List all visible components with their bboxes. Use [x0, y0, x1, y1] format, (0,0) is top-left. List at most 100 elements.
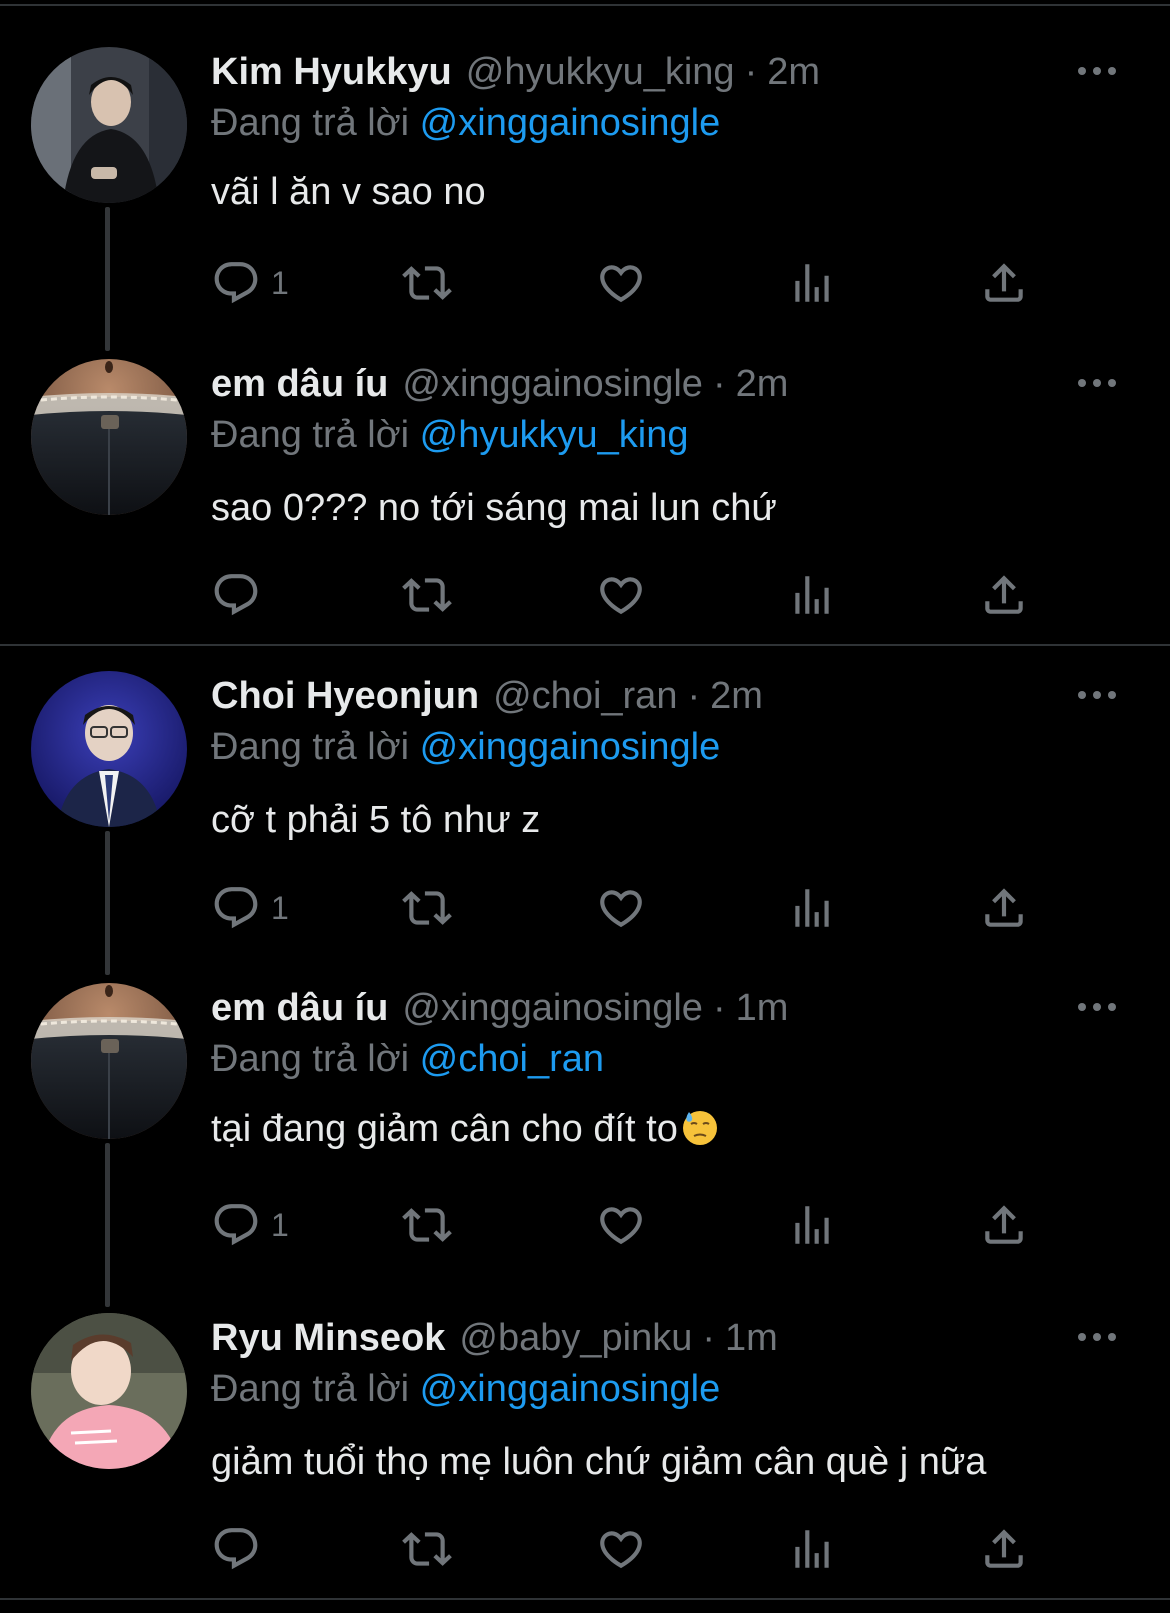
- display-name[interactable]: em dâu íu: [211, 985, 388, 1031]
- retweet-button[interactable]: [402, 883, 452, 933]
- views-icon: [787, 1524, 837, 1574]
- action-bar: [0, 1524, 1170, 1574]
- more-icon[interactable]: [1072, 987, 1122, 1027]
- avatar[interactable]: [31, 1313, 187, 1469]
- share-button[interactable]: [979, 883, 1029, 933]
- reply-count: 1: [271, 1207, 289, 1243]
- reply-button[interactable]: [211, 570, 271, 620]
- tweet[interactable]: Choi Hyeonjun @choi_ran · 2m Đang trả lờ…: [0, 671, 1170, 981]
- mention-link[interactable]: @choi_ran: [420, 1038, 604, 1080]
- like-button[interactable]: [596, 883, 646, 933]
- like-icon: [596, 1524, 646, 1574]
- tweet-header: Ryu Minseok @baby_pinku · 1m: [211, 1315, 778, 1361]
- like-button[interactable]: [596, 570, 646, 620]
- separator-dot: ·: [744, 51, 758, 93]
- more-icon[interactable]: [1072, 1317, 1122, 1357]
- mention-link[interactable]: @xinggainosingle: [420, 102, 721, 144]
- thread-view: Kim Hyukkyu @hyukkyu_king · 2m Đang trả …: [0, 0, 1170, 1613]
- more-icon[interactable]: [1072, 675, 1122, 715]
- reply-button[interactable]: 1: [211, 258, 289, 308]
- handle[interactable]: @xinggainosingle: [402, 985, 703, 1031]
- display-name[interactable]: Ryu Minseok: [211, 1315, 445, 1361]
- tweet[interactable]: em dâu íu @xinggainosingle · 2m Đang trả…: [0, 359, 1170, 629]
- timestamp[interactable]: 2m: [710, 673, 763, 719]
- retweet-icon: [402, 1200, 452, 1250]
- share-button[interactable]: [979, 1200, 1029, 1250]
- reply-icon: [211, 1524, 261, 1574]
- timestamp[interactable]: 1m: [736, 985, 789, 1031]
- views-button[interactable]: [787, 258, 837, 308]
- share-button[interactable]: [979, 258, 1029, 308]
- avatar[interactable]: [31, 47, 187, 203]
- mention-link[interactable]: @xinggainosingle: [420, 1368, 721, 1410]
- tweet-text-container: tại đang giảm cân cho đít to: [211, 1104, 720, 1154]
- timestamp[interactable]: 2m: [736, 361, 789, 407]
- retweet-icon: [402, 258, 452, 308]
- like-button[interactable]: [596, 1524, 646, 1574]
- share-button[interactable]: [979, 570, 1029, 620]
- retweet-button[interactable]: [402, 570, 452, 620]
- handle[interactable]: @xinggainosingle: [402, 361, 703, 407]
- handle[interactable]: @hyukkyu_king: [466, 49, 735, 95]
- views-button[interactable]: [787, 883, 837, 933]
- reply-button[interactable]: 1: [211, 883, 289, 933]
- reply-icon: [211, 1200, 261, 1250]
- replying-to-label: Đang trả lời: [211, 726, 410, 768]
- downcast-face-with-sweat-icon: [682, 1111, 717, 1145]
- tweet-text: vãi l ăn v sao no: [211, 171, 486, 213]
- separator-dot: ·: [712, 363, 726, 405]
- tweet[interactable]: em dâu íu @xinggainosingle · 1m Đang trả…: [0, 983, 1170, 1313]
- share-icon: [979, 883, 1029, 933]
- display-name[interactable]: Choi Hyeonjun: [211, 673, 479, 719]
- share-icon: [979, 1524, 1029, 1574]
- share-icon: [979, 1200, 1029, 1250]
- like-icon: [596, 1200, 646, 1250]
- handle[interactable]: @baby_pinku: [459, 1315, 692, 1361]
- views-button[interactable]: [787, 570, 837, 620]
- tweet[interactable]: Ryu Minseok @baby_pinku · 1m Đang trả lờ…: [0, 1313, 1170, 1593]
- mention-link[interactable]: @hyukkyu_king: [420, 414, 689, 456]
- reply-button[interactable]: 1: [211, 1200, 289, 1250]
- reply-count: 1: [271, 890, 289, 926]
- reply-button[interactable]: [211, 1524, 271, 1574]
- more-icon[interactable]: [1072, 51, 1122, 91]
- avatar[interactable]: [31, 671, 187, 827]
- tweet[interactable]: Kim Hyukkyu @hyukkyu_king · 2m Đang trả …: [0, 47, 1170, 357]
- tweet-text: tại đang giảm cân cho đít to: [211, 1108, 678, 1150]
- retweet-button[interactable]: [402, 1524, 452, 1574]
- tweet-text: giảm tuổi thọ mẹ luôn chứ giảm cân què j…: [211, 1441, 987, 1483]
- timestamp[interactable]: 2m: [767, 49, 820, 95]
- share-icon: [979, 570, 1029, 620]
- replying-to-label: Đang trả lời: [211, 102, 410, 144]
- reply-count: 1: [271, 265, 289, 301]
- timestamp[interactable]: 1m: [725, 1315, 778, 1361]
- handle[interactable]: @choi_ran: [493, 673, 677, 719]
- tweet-header: Choi Hyeonjun @choi_ran · 2m: [211, 673, 763, 719]
- views-icon: [787, 570, 837, 620]
- mention-link[interactable]: @xinggainosingle: [420, 726, 721, 768]
- share-button[interactable]: [979, 1524, 1029, 1574]
- reply-icon: [211, 883, 261, 933]
- more-icon[interactable]: [1072, 363, 1122, 403]
- retweet-button[interactable]: [402, 1200, 452, 1250]
- thread-divider: [0, 644, 1170, 646]
- like-button[interactable]: [596, 1200, 646, 1250]
- avatar[interactable]: [31, 359, 187, 515]
- avatar[interactable]: [31, 983, 187, 1139]
- views-icon: [787, 258, 837, 308]
- retweet-icon: [402, 883, 452, 933]
- retweet-icon: [402, 570, 452, 620]
- display-name[interactable]: em dâu íu: [211, 361, 388, 407]
- display-name[interactable]: Kim Hyukkyu: [211, 49, 452, 95]
- tweet-header: em dâu íu @xinggainosingle · 1m: [211, 985, 788, 1031]
- views-button[interactable]: [787, 1524, 837, 1574]
- action-bar: 1: [0, 883, 1170, 933]
- like-button[interactable]: [596, 258, 646, 308]
- retweet-button[interactable]: [402, 258, 452, 308]
- like-icon: [596, 570, 646, 620]
- separator-dot: ·: [712, 987, 726, 1029]
- retweet-icon: [402, 1524, 452, 1574]
- views-button[interactable]: [787, 1200, 837, 1250]
- top-divider: [0, 4, 1170, 6]
- views-icon: [787, 1200, 837, 1250]
